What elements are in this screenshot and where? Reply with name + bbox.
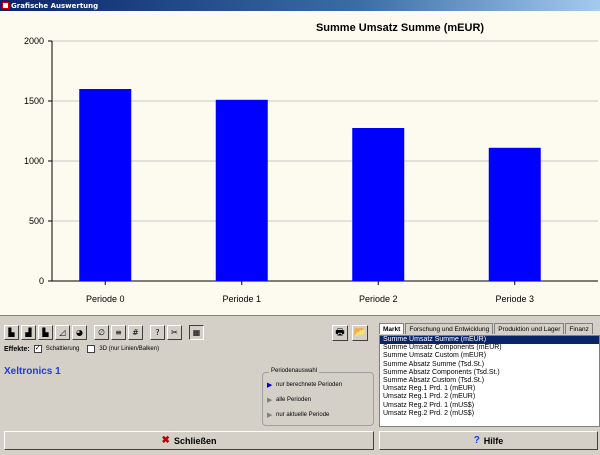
list-item[interactable]: Umsatz Reg.1 Prd. 2 (mEUR) bbox=[380, 393, 599, 401]
arrow-right-icon: ▶ bbox=[267, 397, 273, 404]
help-button[interactable]: ? bbox=[150, 325, 165, 340]
y-tick-label: 500 bbox=[29, 216, 44, 226]
pie-chart-icon: ◕ bbox=[76, 328, 83, 337]
bar-chart-3-icon: ▙ bbox=[42, 328, 49, 337]
lines-button[interactable]: ≡ bbox=[111, 325, 126, 340]
list-item[interactable]: Summe Umsatz Components (mEUR) bbox=[380, 344, 599, 352]
shading-checkbox[interactable]: ✓ bbox=[33, 345, 42, 353]
tab-produktion[interactable]: Produktion und Lager bbox=[494, 323, 565, 334]
bar-chart: Summe Umsatz Summe (mEUR) 0 500 1000 1500 200… bbox=[24, 22, 598, 304]
list-item[interactable]: Summe Umsatz Custom (mEUR) bbox=[380, 352, 599, 360]
x-tick-label: Periode 0 bbox=[86, 294, 125, 304]
tab-finanz[interactable]: Finanz bbox=[565, 323, 593, 334]
3d-checkbox[interactable] bbox=[87, 345, 96, 353]
window-app-icon bbox=[2, 2, 9, 9]
tool-button[interactable]: ✂ bbox=[167, 325, 182, 340]
period-option-label: alle Perioden bbox=[276, 397, 312, 403]
bar-chart-icon: ▙ bbox=[8, 328, 15, 337]
bar-chart-2-icon: ▟ bbox=[25, 328, 32, 337]
chart-window: Grafische Auswertung Summe Umsatz Summe … bbox=[0, 0, 600, 455]
metric-listbox[interactable]: Summe Umsatz Summe (mEUR) Summe Umsatz Co… bbox=[379, 335, 600, 427]
list-item[interactable]: Umsatz Reg.2 Prd. 1 (mUS$) bbox=[380, 402, 599, 410]
grid-button[interactable]: # bbox=[128, 325, 143, 340]
bar-chart-button[interactable]: ▙ bbox=[4, 325, 19, 340]
window-title: Grafische Auswertung bbox=[11, 1, 99, 10]
calculator-icon: ▦ bbox=[192, 328, 201, 337]
tool-icon: ✂ bbox=[171, 328, 178, 337]
period-option-label: nur aktuelle Periode bbox=[276, 412, 330, 418]
period-option-current[interactable]: ▶ nur aktuelle Periode bbox=[267, 411, 329, 419]
calculator-button[interactable]: ▦ bbox=[189, 325, 204, 340]
bar-chart-2-button[interactable]: ▟ bbox=[21, 325, 36, 340]
x-tick-label: Periode 3 bbox=[495, 294, 534, 304]
arrow-right-icon: ▶ bbox=[267, 412, 273, 419]
y-tick-label: 2000 bbox=[24, 36, 44, 46]
category-tabs: Markt Forschung und Entwicklung Produkti… bbox=[379, 323, 600, 335]
folder-icon: 📂 bbox=[353, 327, 367, 338]
grid-icon: # bbox=[132, 328, 139, 337]
y-tick-label: 0 bbox=[39, 276, 44, 286]
pie-chart-button[interactable]: ◕ bbox=[72, 325, 87, 340]
effects-label: Effekte: bbox=[4, 345, 30, 353]
shading-label: Schattierung bbox=[45, 346, 80, 352]
arrow-right-icon: ▶ bbox=[267, 382, 273, 389]
list-item[interactable]: Umsatz Reg.1 Prd. 1 (mEUR) bbox=[380, 385, 599, 393]
period-option-all[interactable]: ▶ alle Perioden bbox=[267, 396, 311, 404]
line-chart-button[interactable]: ◿ bbox=[55, 325, 70, 340]
lines-icon: ≡ bbox=[115, 328, 122, 337]
bar-chart-3-button[interactable]: ▙ bbox=[38, 325, 53, 340]
y-tick-label: 1000 bbox=[24, 156, 44, 166]
tab-forschung[interactable]: Forschung und Entwicklung bbox=[405, 323, 494, 334]
export-button[interactable]: 📂 bbox=[352, 325, 368, 341]
bar bbox=[488, 147, 541, 281]
list-item[interactable]: Summe Absatz Custom (Tsd.St.) bbox=[380, 377, 599, 385]
period-option-calculated[interactable]: ▶ nur berechnete Perioden bbox=[267, 381, 342, 389]
period-selection-legend: Periodenauswahl bbox=[269, 368, 320, 374]
help-icon: ? bbox=[155, 328, 160, 337]
y-tick-label: 1500 bbox=[24, 96, 44, 106]
list-item[interactable]: Summe Umsatz Summe (mEUR) bbox=[380, 336, 599, 345]
list-item[interactable]: Summe Absatz Components (Tsd.St.) bbox=[380, 369, 599, 377]
help-label: Hilfe bbox=[483, 435, 504, 446]
bar bbox=[215, 99, 268, 281]
help-icon: ? bbox=[473, 435, 480, 446]
printer-icon: 🖶 bbox=[335, 327, 345, 338]
no-fill-button[interactable]: ∅ bbox=[94, 325, 109, 340]
x-tick-label: Periode 1 bbox=[222, 294, 261, 304]
period-selection-group: Periodenauswahl ▶ nur berechnete Periode… bbox=[262, 368, 374, 426]
close-icon: ✖ bbox=[161, 435, 170, 446]
list-item[interactable]: Umsatz Reg.2 Prd. 2 (mUS$) bbox=[380, 410, 599, 418]
close-label: Schließen bbox=[173, 435, 217, 446]
title-bar[interactable]: Grafische Auswertung bbox=[0, 0, 600, 11]
3d-label: 3D (nur Linien/Balken) bbox=[99, 346, 160, 352]
print-button[interactable]: 🖶 bbox=[332, 325, 348, 341]
period-option-label: nur berechnete Perioden bbox=[276, 382, 343, 388]
x-tick-label: Periode 2 bbox=[359, 294, 398, 304]
list-item[interactable]: Summe Absatz Summe (Tsd.St.) bbox=[380, 361, 599, 369]
help-button[interactable]: ? Hilfe bbox=[379, 431, 598, 450]
bar bbox=[352, 128, 405, 281]
chart-title: Summe Umsatz Summe (mEUR) bbox=[316, 22, 484, 34]
chart-area: Summe Umsatz Summe (mEUR) 0 500 1000 1500 200… bbox=[0, 11, 600, 316]
line-chart-icon: ◿ bbox=[59, 328, 66, 337]
effects-row: Effekte: ✓ Schattierung 3D (nur Linien/B… bbox=[4, 345, 159, 353]
company-name: Xeltronics 1 bbox=[4, 366, 61, 377]
no-fill-icon: ∅ bbox=[98, 328, 105, 337]
bar bbox=[79, 89, 132, 281]
tab-markt[interactable]: Markt bbox=[379, 323, 405, 334]
close-button[interactable]: ✖ Schließen bbox=[4, 431, 374, 450]
